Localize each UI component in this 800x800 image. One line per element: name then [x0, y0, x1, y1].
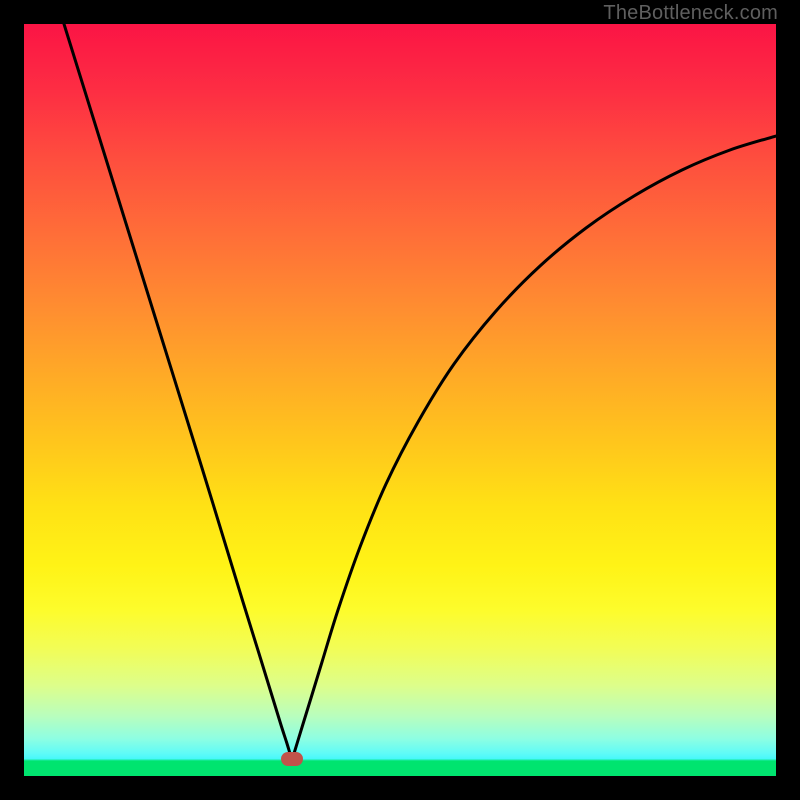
curve-path — [64, 24, 776, 760]
plot-area — [24, 24, 776, 776]
optimal-point-marker — [281, 752, 303, 766]
bottleneck-curve — [24, 24, 776, 776]
attribution-text: TheBottleneck.com — [603, 2, 778, 25]
